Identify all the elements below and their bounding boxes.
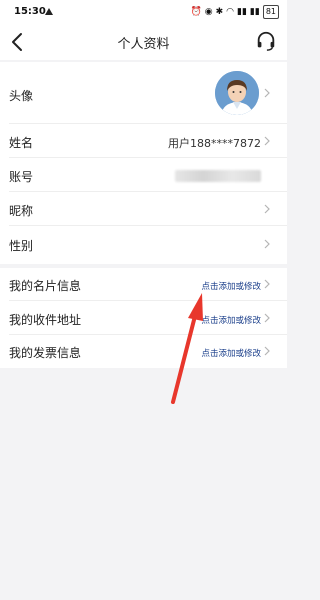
name-value: 用户188****7872 [168,137,261,150]
name-label: 姓名 [9,136,34,150]
avatar[interactable] [215,71,259,115]
address-link[interactable]: 点击添加或修改 [201,314,261,326]
alarm-icon: ⏰ [190,7,202,17]
chevron-right-icon [264,346,270,356]
signal-icon: ▮▮ [237,7,247,17]
chevron-right-icon [264,239,270,249]
status-time: 15:30 [14,6,46,17]
page-title: 个人资料 [117,37,170,52]
invoice-label: 我的发票信息 [9,346,82,360]
status-bar: 15:30 ⏰ ◉ ✱ ◠ ▮▮ ▮▮ 81 [0,0,287,24]
gender-row[interactable]: 性别 [0,226,287,262]
name-row[interactable]: 姓名 用户188****7872 [0,124,287,158]
info-group: 我的名片信息 点击添加或修改 我的收件地址 点击添加或修改 我的发票信息 点击添… [0,268,287,368]
chevron-right-icon [264,204,270,214]
mute-icon: ◉ [204,7,213,17]
gender-label: 性别 [9,239,34,253]
top-bar: 个人资料 [0,24,287,60]
avatar-label: 头像 [9,89,34,103]
wifi-icon: ◠ [226,7,234,17]
card-info-label: 我的名片信息 [9,279,82,293]
nickname-label: 昵称 [9,204,34,218]
invoice-link[interactable]: 点击添加或修改 [201,347,261,359]
notification-icon [45,8,53,15]
avatar-row[interactable]: 头像 [0,62,287,124]
chevron-right-icon [264,279,270,289]
invoice-row[interactable]: 我的发票信息 点击添加或修改 [0,335,287,368]
card-info-link[interactable]: 点击添加或修改 [201,280,261,292]
battery-indicator: 81 [262,5,279,19]
signal2-icon: ▮▮ [249,7,260,17]
divider [9,300,287,301]
bluetooth-icon: ✱ [215,7,224,17]
account-label: 账号 [9,170,34,184]
headset-icon[interactable] [255,30,277,52]
chevron-right-icon [264,313,270,323]
avatar-image [215,71,259,115]
account-value-redacted [175,170,261,182]
chevron-right-icon [264,136,270,146]
status-icons: ⏰ ◉ ✱ ◠ ▮▮ ▮▮ 81 [191,5,279,19]
chevron-right-icon [264,88,270,98]
card-info-row[interactable]: 我的名片信息 点击添加或修改 [0,268,287,301]
nickname-row[interactable]: 昵称 [0,192,287,226]
address-label: 我的收件地址 [9,313,82,327]
address-row[interactable]: 我的收件地址 点击添加或修改 [0,302,287,335]
profile-group: 头像 姓名 用户188****7872 账号 昵称 性别 [0,62,287,264]
account-row: 账号 [0,158,287,192]
